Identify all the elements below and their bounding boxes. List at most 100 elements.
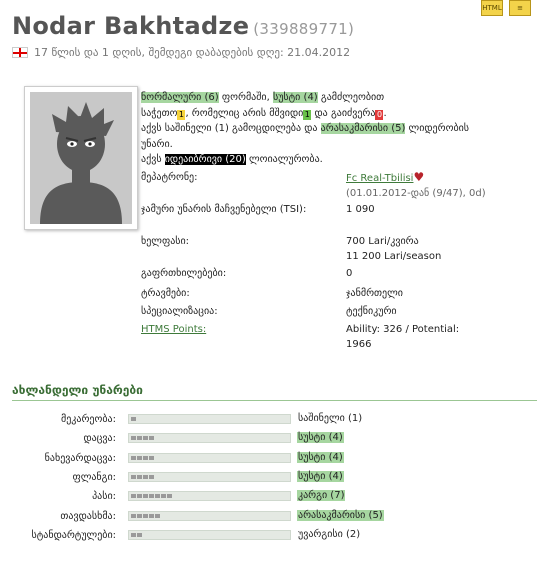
skill-bar-block — [131, 456, 136, 460]
html-export-icon[interactable]: HTML — [481, 0, 503, 16]
skill-bar — [128, 453, 291, 463]
skill-row: ფლანგი: სუსტი (4) — [0, 470, 537, 486]
summary-text: , რომელიც არის მშვიდი — [185, 107, 304, 119]
rating-square-icon: 0 — [375, 109, 384, 120]
skill-bar-block — [143, 514, 148, 518]
injury-label: ტრავმები: — [141, 288, 190, 299]
skill-bar-fill — [131, 533, 142, 537]
skill-bar-block — [149, 494, 154, 498]
warnings-value: 0 — [346, 268, 353, 279]
skill-bar-block — [137, 475, 142, 479]
skill-value: სუსტი (4) — [297, 452, 344, 463]
skill-bar-block — [155, 494, 160, 498]
toolbar-icons: HTML ≡ — [481, 0, 531, 16]
skill-bar-block — [137, 456, 142, 460]
skill-bar-block — [167, 494, 172, 498]
player-id: (339889771) — [253, 20, 355, 38]
player-summary: ნორმალური (6) ფორმაში, სუსტი (4) გამძლეო… — [141, 90, 531, 168]
skill-label: სტანდარტულები: — [31, 530, 117, 541]
skill-label: თავდასხმა: — [60, 511, 116, 522]
georgia-flag-icon — [12, 47, 28, 58]
age-line: 17 წლის და 1 დღის, შემდეგი დაბადების დღე… — [12, 46, 350, 59]
warnings-label: გაფრთხილებები: — [141, 268, 227, 279]
skill-bar — [128, 433, 291, 443]
skill-value: საშინელი (1) — [298, 413, 363, 424]
skill-label: დაცვა: — [83, 433, 116, 444]
skill-bar-block — [143, 475, 148, 479]
skill-bar-fill — [131, 514, 160, 518]
avatar-silhouette — [30, 92, 132, 224]
skill-label: პასი: — [92, 491, 116, 502]
summary-text: ფორმაში, — [218, 92, 273, 103]
skill-row: პასი: კარგი (7) — [0, 489, 537, 505]
avatar — [24, 86, 138, 230]
tsi-value: 1 090 — [346, 204, 375, 215]
summary-text: ლიდერობის — [405, 123, 470, 135]
skill-bar-block — [137, 436, 142, 440]
summary-text: უნარი. — [141, 138, 173, 150]
htms-potential: 1966 — [346, 339, 372, 350]
skill-bar-fill — [131, 456, 154, 460]
summary-text: აქვს — [141, 154, 165, 166]
summary-text: და გაიძვერა — [311, 107, 376, 119]
skill-bar-block — [131, 417, 136, 421]
summary-text: აქვს საშინელი (1) გამოცდილება და — [141, 123, 321, 135]
skill-bar-block — [131, 533, 136, 537]
skill-value: სუსტი (4) — [297, 471, 344, 482]
owner-since: (01.01.2012-დან (9/47), 0d) — [346, 188, 486, 199]
injury-value: ჯანმრთელი — [346, 288, 403, 299]
skill-value: კარგი (7) — [297, 490, 346, 501]
owner-team-link[interactable]: Fc Real-Tbilisi — [346, 173, 413, 184]
skill-bar-block — [143, 494, 148, 498]
summary-text: ლოიალურობა. — [245, 154, 323, 166]
skill-label: მეკარეობა: — [60, 414, 116, 425]
skill-value: არასაკმარისი (5) — [297, 510, 384, 521]
player-silhouette-icon — [30, 92, 132, 224]
summary-text: საჭეთო — [141, 107, 178, 119]
skill-bar-fill — [131, 417, 136, 421]
leadership-value: არასაკმარისი (5) — [320, 123, 406, 135]
skill-bar-block — [149, 436, 154, 440]
salary-label: ხელფასი: — [141, 236, 190, 247]
player-name: Nodar Bakhtadze (339889771) — [12, 12, 354, 40]
skill-bar-block — [131, 475, 136, 479]
specialty-value: ტექნიკური — [346, 306, 397, 317]
notes-icon[interactable]: ≡ — [509, 0, 531, 16]
skill-bar — [128, 530, 291, 540]
skill-value: სუსტი (4) — [297, 432, 344, 443]
skill-bar — [128, 472, 291, 482]
skill-bar — [128, 511, 291, 521]
skill-row: სტანდარტულები: უვარგისი (2) — [0, 528, 537, 544]
htms-points-link[interactable]: HTMS Points: — [141, 322, 206, 337]
form-value: ნორმალური (6) — [141, 92, 219, 103]
owner-label: მეპატრონე: — [141, 172, 198, 183]
skill-bar-block — [155, 514, 160, 518]
htms-ability: Ability: 326 / Potential: — [346, 324, 460, 335]
specialty-label: სპეციალიზაცია: — [141, 306, 218, 317]
skill-row: ნახევარდაცვა: სუსტი (4) — [0, 451, 537, 467]
skills-section-title: ახლანდელი უნარები — [12, 383, 537, 401]
heart-icon: ♥ — [413, 170, 425, 184]
tsi-label: ჯამური უნარის მაჩვენებელი (TSI): — [141, 204, 307, 215]
skill-bar-fill — [131, 436, 154, 440]
skill-bar-block — [137, 514, 142, 518]
skill-row: მეკარეობა: საშინელი (1) — [0, 412, 537, 428]
skill-row: დაცვა: სუსტი (4) — [0, 431, 537, 447]
age-text: 17 წლის და 1 დღის, შემდეგი დაბადების დღე… — [34, 46, 351, 59]
skill-bar-block — [137, 494, 142, 498]
skill-bar-block — [149, 475, 154, 479]
skill-bar-block — [143, 456, 148, 460]
stamina-value: სუსტი (4) — [272, 92, 318, 103]
skill-bar-block — [143, 436, 148, 440]
skill-bar-block — [137, 533, 142, 537]
skill-row: თავდასხმა: არასაკმარისი (5) — [0, 509, 537, 525]
skill-label: ფლანგი: — [72, 472, 116, 483]
skill-bar-block — [131, 514, 136, 518]
skill-bar — [128, 491, 291, 501]
skill-bar-block — [149, 456, 154, 460]
skill-bar-block — [131, 494, 136, 498]
loyalty-value: იდეაიბრივი (20) — [164, 154, 246, 166]
skill-bar-fill — [131, 494, 172, 498]
summary-text: გამძლეობით — [317, 92, 385, 103]
skill-label: ნახევარდაცვა: — [44, 453, 116, 464]
